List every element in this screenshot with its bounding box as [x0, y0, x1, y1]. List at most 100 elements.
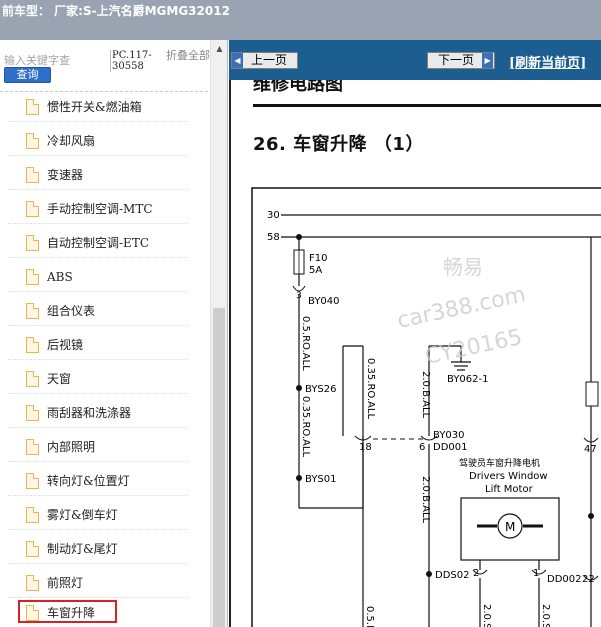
document-icon: [26, 200, 39, 217]
collapse-all-button[interactable]: 折叠全部: [166, 50, 210, 62]
tree-scrollbar[interactable]: ▲: [210, 40, 227, 627]
next-page-button[interactable]: 下一页 ▶: [427, 52, 495, 69]
ground-by062-label: BY062-1: [447, 374, 488, 385]
wire-20syal-label: 2.0.SY.AL: [540, 604, 551, 627]
tree-item-turn-lamps[interactable]: 转向灯&位置灯: [8, 466, 188, 496]
document-icon: [26, 166, 39, 183]
page-border: [229, 80, 231, 627]
motor-en-label-2: Lift Motor: [485, 484, 534, 495]
splice-bys01-label: BYS01: [305, 474, 337, 485]
document-icon: [26, 132, 39, 149]
document-viewer: ◀ 上一页 下一页 ▶ [刷新当前页] 维修电路图 26. 车窗升降 （1） 3…: [229, 40, 601, 627]
next-page-label: 下一页: [438, 53, 475, 67]
query-button[interactable]: 查询: [4, 67, 51, 83]
watermark-code: CY20165: [423, 325, 524, 370]
wire-035roall-b-label: 0.35.RO.ALL: [365, 358, 376, 419]
tree-item-transmission[interactable]: 变速器: [8, 160, 188, 190]
document-icon: [26, 336, 39, 353]
wire-20ball-a-label: 2.0.B.ALL: [420, 371, 431, 419]
search-input[interactable]: [4, 52, 104, 68]
right-fuse-partial: [585, 381, 599, 407]
circuit-tree: 惯性开关&燃油箱 冷却风扇 变速器 手动控制空调-MTC 自动控制空调-ETC …: [0, 92, 210, 627]
motor-cn-label: 驾驶员车窗升降电机: [459, 457, 540, 469]
page-nav-bar: ◀ 上一页 下一页 ▶ [刷新当前页]: [229, 40, 601, 80]
document-icon: [26, 506, 39, 523]
left-panel: 查询 PC.117-30558 折叠全部 惯性开关&燃油箱 冷却风扇 变速器 手…: [0, 40, 228, 627]
tree-item-mtc[interactable]: 手动控制空调-MTC: [8, 194, 188, 224]
wiring-diagram: 30 58 F10 5A 3 BY040 0.5.RO.ALL BYS26 0.…: [251, 187, 601, 627]
tree-item-fog-lamps[interactable]: 雾灯&倒车灯: [8, 500, 188, 530]
tree-item-brake-lamps[interactable]: 制动灯&尾灯: [8, 534, 188, 564]
refresh-page-link[interactable]: [刷新当前页]: [509, 52, 586, 71]
document-icon: [26, 540, 39, 557]
tree-item-inertia-switch[interactable]: 惯性开关&燃油箱: [8, 92, 188, 122]
document-icon: [26, 302, 39, 319]
tree-item-label: 内部照明: [47, 440, 96, 454]
tree-item-sunroof[interactable]: 天窗: [8, 364, 188, 394]
tree-item-mirror[interactable]: 后视镜: [8, 330, 188, 360]
search-bar: 查询 PC.117-30558 折叠全部: [0, 40, 228, 92]
tree-item-label: ABS: [47, 269, 73, 284]
tree-item-cooling-fan[interactable]: 冷却风扇: [8, 126, 188, 156]
splice-bys01-node: [296, 475, 302, 481]
tree-item-label: 变速器: [47, 168, 84, 182]
prev-page-button[interactable]: ◀ 上一页: [231, 52, 298, 69]
conn-dd002-label: DD002: [547, 574, 582, 585]
section-title: 26. 车窗升降 （1）: [253, 134, 424, 155]
page-header-title: 维修电路图: [253, 80, 343, 95]
arrow-right-icon: ▶: [482, 53, 494, 68]
watermark-cn: 畅易: [443, 255, 483, 279]
tree-item-etc[interactable]: 自动控制空调-ETC: [8, 228, 188, 258]
circuit-page: 维修电路图 26. 车窗升降 （1） 30 58 F10 5A 3 BY040: [229, 80, 601, 627]
selected-item-highlight: [18, 600, 117, 623]
document-icon: [26, 472, 39, 489]
wire-05roal-c-label: 0.5.RO.AL: [364, 606, 375, 627]
app-title: 前车型： 厂家:S-上汽名爵MGMG32012: [2, 4, 230, 18]
document-icon: [26, 370, 39, 387]
tree-item-label: 制动灯&尾灯: [47, 542, 118, 556]
tree-item-abs[interactable]: ABS: [8, 262, 188, 292]
pin-2-label: 2: [473, 568, 479, 579]
wire-035roall-a-label: 0.35.RO.ALL: [300, 396, 311, 457]
splice-bys26-node: [296, 385, 302, 391]
arrow-left-icon: ◀: [232, 53, 243, 68]
motor-en-label-1: Drivers Window: [469, 471, 548, 482]
document-icon: [26, 98, 39, 115]
document-icon: [26, 234, 39, 251]
tree-item-instrument-cluster[interactable]: 组合仪表: [8, 296, 188, 326]
prev-page-label: 上一页: [251, 53, 288, 67]
app-title-bar: 前车型： 厂家:S-上汽名爵MGMG32012: [0, 0, 601, 40]
wire-20ball-b-label: 2.0.B.ALL: [420, 476, 431, 524]
scrollbar-thumb[interactable]: [213, 308, 225, 627]
tree-item-label: 雾灯&倒车灯: [47, 508, 118, 522]
tree-item-label: 转向灯&位置灯: [47, 474, 130, 488]
header-rule: [253, 104, 601, 107]
tree-item-label: 雨刮器和洗涤器: [47, 406, 132, 420]
document-icon: [26, 574, 39, 591]
conn-dd001-label: DD001: [433, 442, 468, 453]
tree-item-label: 天窗: [47, 372, 72, 386]
wire-05roall-label: 0.5.RO.ALL: [300, 316, 311, 371]
pin-22-label: 22: [582, 574, 595, 585]
scroll-up-icon[interactable]: ▲: [211, 40, 228, 57]
pin-1-label: 1: [533, 568, 539, 579]
pc-code-label: PC.117-30558: [110, 50, 160, 72]
conn-by040-label: BY040: [308, 296, 340, 307]
tree-item-label: 组合仪表: [47, 304, 96, 318]
tree-item-interior-lighting[interactable]: 内部照明: [8, 432, 188, 462]
tree-item-label: 前照灯: [47, 576, 84, 590]
right-splice-node: [588, 513, 594, 519]
tree-item-headlamps[interactable]: 前照灯: [8, 568, 188, 598]
document-icon: [26, 404, 39, 421]
tree-item-wiper[interactable]: 雨刮器和洗涤器: [8, 398, 188, 428]
pin-18-label: 18: [359, 442, 372, 453]
tree-item-label: 冷却风扇: [47, 134, 96, 148]
splice-dds02-label: DDS02: [435, 570, 469, 581]
watermark-url: car388.com: [395, 282, 528, 334]
pin-6-label: 6: [419, 442, 425, 453]
pin-47-label: 47: [584, 444, 597, 455]
wire-20spal-label: 2.0.SP.AL: [481, 604, 492, 627]
fuse-rating: 5A: [309, 265, 322, 276]
motor-symbol: M: [505, 520, 515, 534]
tree-item-label: 后视镜: [47, 338, 84, 352]
